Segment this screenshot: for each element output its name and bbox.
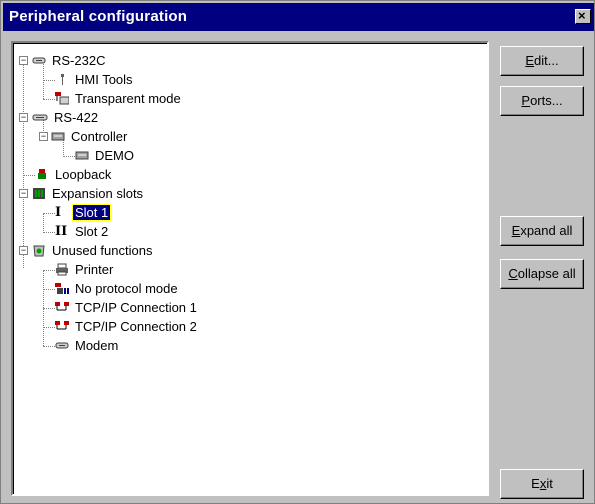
ports-label: orts... bbox=[530, 93, 563, 108]
tree-line bbox=[43, 99, 55, 100]
printer-icon bbox=[56, 263, 68, 276]
collapse-toggle[interactable]: − bbox=[39, 132, 48, 141]
collapse-toggle[interactable]: − bbox=[19, 113, 28, 122]
slot-1-icon: I bbox=[55, 205, 62, 220]
tree-item-slot-2[interactable]: II Slot 2 bbox=[55, 222, 110, 241]
serial-port-icon bbox=[32, 114, 48, 121]
slot-2-icon: II bbox=[55, 224, 68, 239]
tree-item-label: HMI Tools bbox=[75, 72, 133, 87]
ports-button[interactable]: Ports... bbox=[500, 86, 584, 116]
network-icon bbox=[55, 321, 69, 330]
tree-line bbox=[43, 232, 55, 233]
tree-item-label: DEMO bbox=[95, 148, 134, 163]
tree-item-label: Loopback bbox=[55, 167, 112, 182]
edit-label: dit... bbox=[534, 53, 559, 68]
close-button[interactable]: × bbox=[575, 8, 591, 24]
title-bar: Peripheral configuration × bbox=[3, 3, 594, 31]
tree-item-loopback[interactable]: Loopback bbox=[35, 165, 113, 184]
tree-line bbox=[43, 327, 55, 328]
tree-line bbox=[23, 175, 35, 176]
tree-line bbox=[43, 308, 55, 309]
tree-item-printer[interactable]: Printer bbox=[55, 260, 115, 279]
tree-item-label: Expansion slots bbox=[52, 186, 144, 201]
network-icon bbox=[55, 302, 69, 311]
tree-item-controller[interactable]: Controller bbox=[51, 127, 129, 146]
tree-line bbox=[43, 213, 44, 233]
tree-item-label: Slot 2 bbox=[75, 224, 109, 239]
edit-mnemonic: E bbox=[525, 53, 535, 68]
close-icon: × bbox=[578, 8, 586, 23]
tree-item-modem[interactable]: Modem bbox=[55, 336, 120, 355]
modem-icon bbox=[55, 342, 69, 349]
collapse-label: ollapse all bbox=[517, 266, 576, 281]
tree-item-label: Printer bbox=[75, 262, 114, 277]
peripheral-tree[interactable]: − − − − − RS-232C HMI Tools Transparent … bbox=[11, 41, 489, 496]
controller-icon bbox=[51, 132, 65, 141]
tree-item-label: No protocol mode bbox=[75, 281, 178, 296]
collapse-all-button[interactable]: Collapse all bbox=[500, 259, 584, 289]
expand-label: xpand all bbox=[520, 223, 573, 238]
tree-item-slot-1[interactable]: I Slot 1 bbox=[55, 203, 112, 222]
expand-all-button[interactable]: Expand all bbox=[500, 216, 584, 246]
tree-item-label: TCP/IP Connection 1 bbox=[75, 300, 197, 315]
tree-item-no-protocol-mode[interactable]: No protocol mode bbox=[55, 279, 180, 298]
loopback-icon bbox=[38, 169, 46, 179]
transparent-mode-icon bbox=[55, 92, 69, 105]
expand-mnemonic: E bbox=[511, 223, 521, 238]
recycle-bin-icon bbox=[33, 245, 45, 257]
collapse-toggle[interactable]: − bbox=[19, 56, 28, 65]
exit-label: it bbox=[546, 476, 553, 491]
ports-mnemonic: P bbox=[521, 93, 531, 108]
tree-item-transparent-mode[interactable]: Transparent mode bbox=[55, 89, 183, 108]
expansion-slots-icon bbox=[33, 188, 45, 199]
tree-line bbox=[43, 289, 55, 290]
peripheral-configuration-window: Peripheral configuration × − − − − − RS-… bbox=[0, 0, 595, 504]
tools-icon bbox=[61, 74, 64, 85]
edit-button[interactable]: Edit... bbox=[500, 46, 584, 76]
tree-item-expansion-slots[interactable]: Expansion slots bbox=[32, 184, 145, 203]
tree-item-label: Transparent mode bbox=[75, 91, 181, 106]
tree-line bbox=[63, 156, 75, 157]
collapse-toggle[interactable]: − bbox=[19, 246, 28, 255]
collapse-toggle[interactable]: − bbox=[19, 189, 28, 198]
tree-line bbox=[43, 346, 55, 347]
tree-item-label: Unused functions bbox=[52, 243, 153, 258]
tree-item-label: Modem bbox=[75, 338, 119, 353]
tree-item-unused-functions[interactable]: Unused functions bbox=[32, 241, 154, 260]
exit-prefix: E bbox=[531, 476, 540, 491]
exit-button[interactable]: Exit bbox=[500, 469, 584, 499]
tree-item-demo[interactable]: DEMO bbox=[75, 146, 136, 165]
tree-item-tcpip-connection-2[interactable]: TCP/IP Connection 2 bbox=[55, 317, 199, 336]
tree-item-label: TCP/IP Connection 2 bbox=[75, 319, 197, 334]
no-protocol-icon bbox=[55, 283, 69, 294]
controller-icon bbox=[75, 151, 89, 160]
tree-item-label: Slot 1 bbox=[71, 204, 112, 221]
tree-item-rs232c[interactable]: RS-232C bbox=[32, 51, 107, 70]
tree-item-label: RS-422 bbox=[54, 110, 99, 125]
tree-item-rs422[interactable]: RS-422 bbox=[32, 108, 100, 127]
tree-item-hmi-tools[interactable]: HMI Tools bbox=[55, 70, 135, 89]
tree-item-tcpip-connection-1[interactable]: TCP/IP Connection 1 bbox=[55, 298, 199, 317]
window-title: Peripheral configuration bbox=[9, 8, 188, 25]
serial-port-icon bbox=[32, 57, 46, 64]
tree-item-label: RS-232C bbox=[52, 53, 106, 68]
tree-line bbox=[43, 270, 55, 271]
collapse-mnemonic: C bbox=[508, 266, 518, 281]
tree-line bbox=[23, 61, 24, 268]
tree-line bbox=[43, 213, 55, 214]
tree-item-label: Controller bbox=[71, 129, 128, 144]
tree-line bbox=[43, 80, 55, 81]
